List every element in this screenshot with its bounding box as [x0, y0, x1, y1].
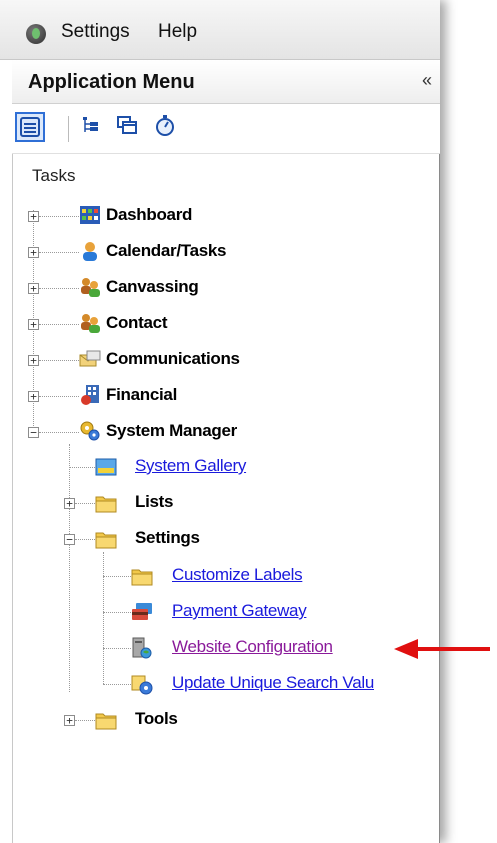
tree-link-customize-labels[interactable]: Customize Labels	[172, 565, 303, 585]
tree-line	[39, 396, 79, 397]
tree-line	[39, 216, 79, 217]
stopwatch-icon[interactable]	[152, 112, 182, 142]
toolbar-separator	[68, 116, 69, 142]
tree-node-settings[interactable]: Settings	[135, 528, 200, 548]
panel-title: Application Menu	[28, 71, 195, 93]
tree-line	[39, 252, 79, 253]
list-view-icon[interactable]	[15, 112, 45, 142]
tree-view-icon[interactable]	[78, 112, 108, 142]
tree-line	[103, 576, 131, 577]
expand-toggle-tools[interactable]: +	[64, 715, 75, 726]
mail-icon	[79, 350, 101, 367]
collapse-toggle-system-manager[interactable]: −	[28, 427, 39, 438]
folder-icon	[95, 532, 117, 549]
tasks-label: Tasks	[32, 166, 76, 185]
tree-link-payment-gateway[interactable]: Payment Gateway	[172, 601, 307, 621]
app-logo-icon[interactable]	[26, 24, 46, 44]
tree-node-lists[interactable]: Lists	[135, 492, 173, 512]
financial-icon	[81, 385, 99, 405]
tree-line	[39, 324, 79, 325]
tree-node-contact[interactable]: Contact	[106, 313, 167, 333]
tree-line	[75, 539, 95, 540]
application-window: Settings Help Application Menu « Tasks +…	[0, 0, 440, 843]
server-globe-icon	[132, 637, 152, 659]
panel-left-border	[12, 60, 13, 843]
red-arrow-icon	[394, 639, 490, 659]
folder-icon	[95, 496, 117, 513]
tree-line	[75, 720, 95, 721]
tree-line	[103, 612, 131, 613]
menu-bar: Settings Help	[0, 0, 440, 60]
people-icon	[81, 314, 100, 333]
folder-icon	[95, 713, 117, 730]
tree-line	[69, 444, 70, 692]
panel-toolbar	[12, 104, 440, 154]
expand-toggle-lists[interactable]: +	[64, 498, 75, 509]
tree-node-communications[interactable]: Communications	[106, 349, 240, 369]
tree-link-website-configuration[interactable]: Website Configuration	[172, 637, 333, 657]
tree-link-system-gallery[interactable]: System Gallery	[135, 456, 246, 476]
expand-toggle-financial[interactable]: +	[28, 391, 39, 402]
people-icon	[81, 278, 100, 297]
tree-node-tools[interactable]: Tools	[135, 709, 178, 729]
tree-node-calendar-tasks[interactable]: Calendar/Tasks	[106, 241, 227, 261]
tree-line	[103, 684, 131, 685]
folder-icon	[131, 569, 153, 586]
tree-line	[103, 648, 131, 649]
tree-line	[103, 552, 104, 684]
expand-toggle-contact[interactable]: +	[28, 319, 39, 330]
tree-line	[39, 432, 79, 433]
settings-gear-icon	[131, 675, 153, 695]
tree-node-canvassing[interactable]: Canvassing	[106, 277, 199, 297]
person-icon	[83, 242, 97, 261]
tree-line	[75, 503, 95, 504]
windows-icon[interactable]	[114, 112, 144, 142]
gears-icon	[80, 421, 100, 441]
dashboard-icon	[80, 206, 100, 224]
gallery-icon	[95, 458, 117, 476]
tree-line	[69, 467, 95, 468]
tree-line	[39, 288, 79, 289]
expand-toggle-calendar[interactable]: +	[28, 247, 39, 258]
collapse-toggle-settings[interactable]: −	[64, 534, 75, 545]
expand-toggle-dashboard[interactable]: +	[28, 211, 39, 222]
expand-toggle-canvassing[interactable]: +	[28, 283, 39, 294]
tree-link-update-unique-search[interactable]: Update Unique Search Valu	[172, 673, 374, 693]
credit-card-icon	[132, 603, 152, 620]
menu-help[interactable]: Help	[158, 21, 197, 43]
panel-header: Application Menu «	[12, 60, 440, 104]
tree-node-financial[interactable]: Financial	[106, 385, 177, 405]
menu-settings[interactable]: Settings	[61, 21, 130, 43]
tree-node-dashboard[interactable]: Dashboard	[106, 205, 192, 225]
expand-toggle-communications[interactable]: +	[28, 355, 39, 366]
tree-line	[39, 360, 79, 361]
tree-node-system-manager[interactable]: System Manager	[106, 421, 237, 441]
collapse-panel-button[interactable]: «	[422, 70, 432, 91]
